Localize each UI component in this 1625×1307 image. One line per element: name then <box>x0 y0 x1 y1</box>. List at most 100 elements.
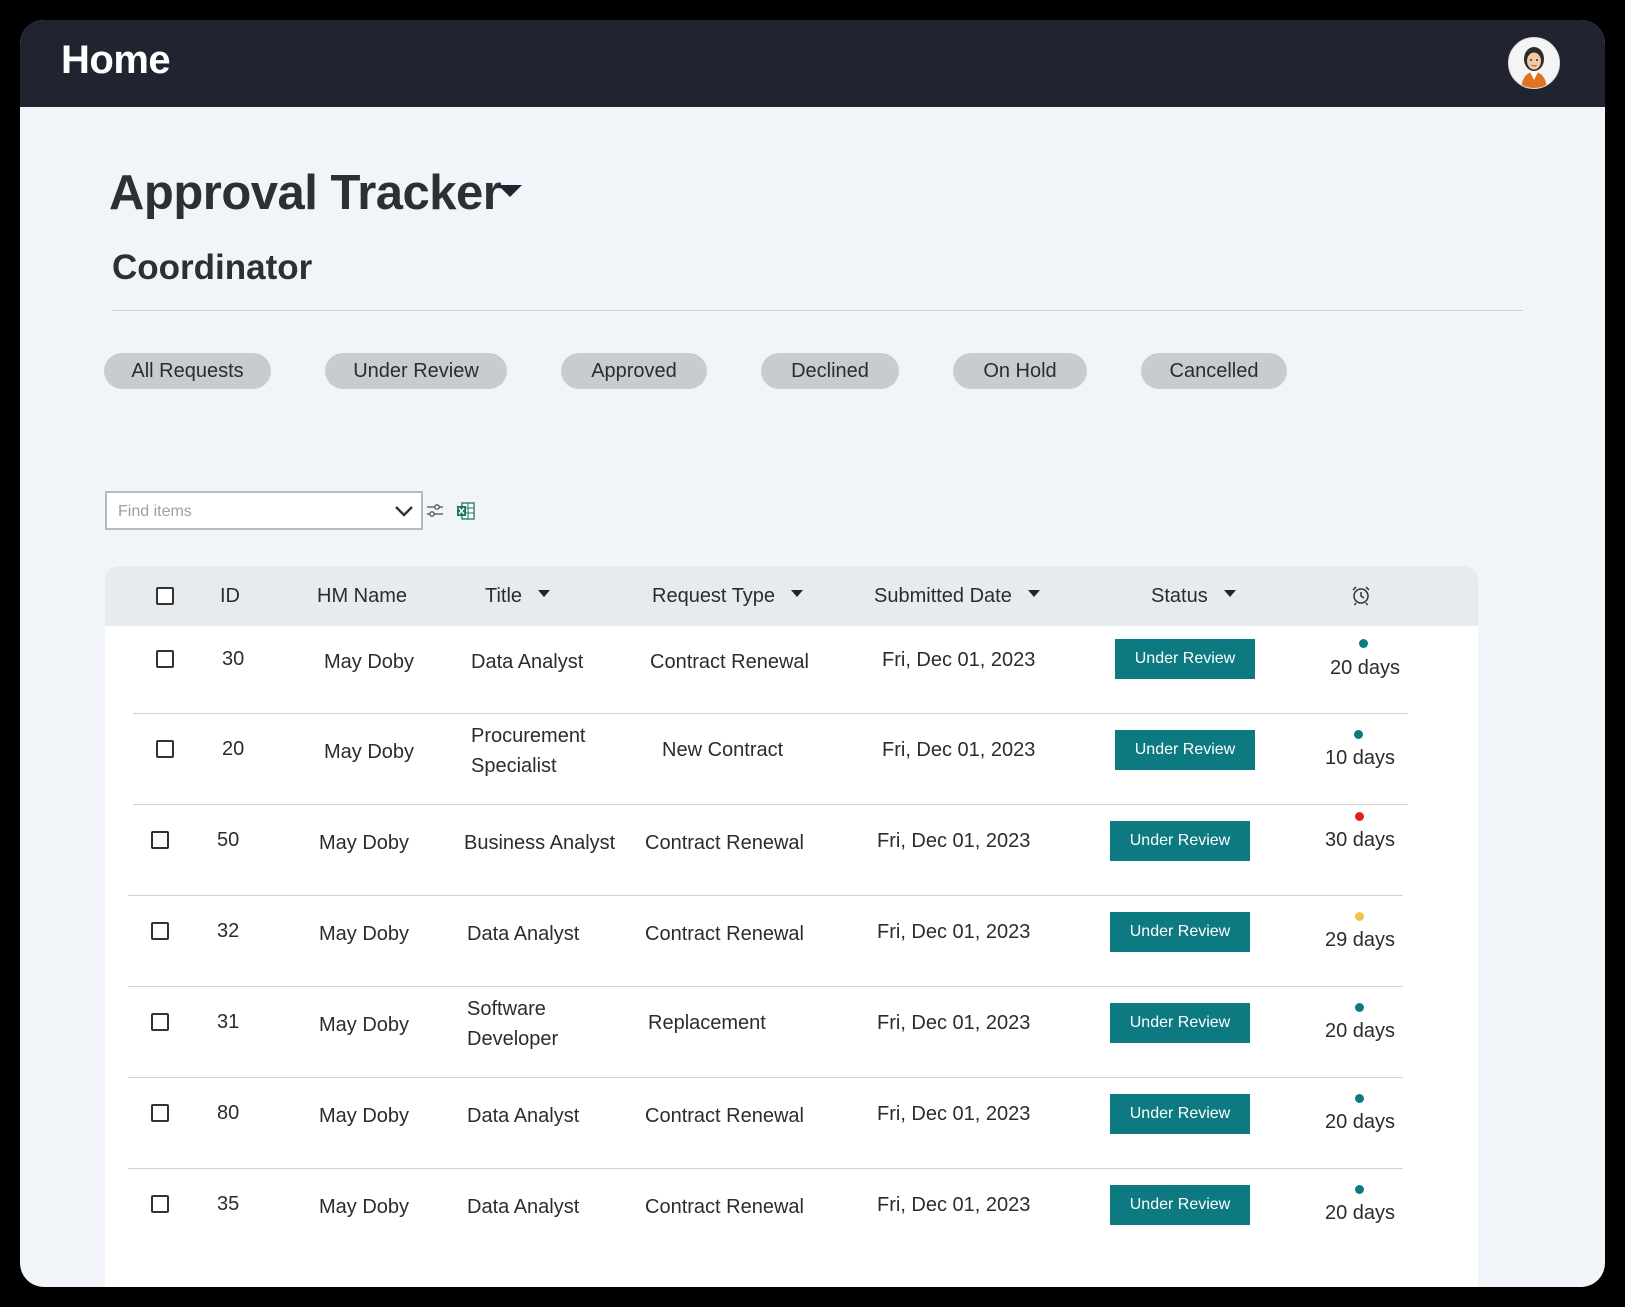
cell-title: Business Analyst <box>464 832 616 854</box>
cell-aging: 20 days <box>1325 1111 1396 1133</box>
cell-aging: 20 days <box>1325 1202 1396 1224</box>
filter-all-requests[interactable]: All Requests <box>104 353 271 389</box>
status-button[interactable]: Under Review <box>1110 912 1250 952</box>
cell-hm-name: May Doby <box>319 1196 410 1218</box>
row-checkbox[interactable] <box>151 1104 169 1122</box>
app-title: Home <box>61 38 171 82</box>
sort-caret-icon[interactable] <box>1223 590 1236 598</box>
cell-aging: 20 days <box>1325 1020 1396 1042</box>
cell-submitted-date: Fri, Dec 01, 2023 <box>877 830 1031 852</box>
cell-aging: 29 days <box>1325 929 1396 951</box>
cell-id: 31 <box>217 1011 240 1033</box>
column-header-title[interactable]: Title <box>485 566 551 626</box>
column-header-status-label: Status <box>1151 585 1208 607</box>
cell-submitted-date: Fri, Dec 01, 2023 <box>877 1194 1031 1216</box>
cell-aging: 30 days <box>1325 829 1396 851</box>
aging-indicator-dot <box>1359 639 1368 648</box>
cell-hm-name: May Doby <box>319 1014 410 1036</box>
column-header-status[interactable]: Status <box>1151 566 1236 626</box>
column-header-request-type[interactable]: Request Type <box>652 566 804 626</box>
filter-cancelled[interactable]: Cancelled <box>1141 353 1287 389</box>
sliders-icon[interactable] <box>425 501 445 521</box>
cell-title: Procurement Specialist <box>471 725 586 777</box>
cell-id: 20 <box>222 738 245 760</box>
cell-submitted-date: Fri, Dec 01, 2023 <box>882 649 1036 671</box>
cell-title: Data Analyst <box>467 1196 580 1218</box>
requests-table: ID HM Name Title Request Type Submitted … <box>105 566 1478 1287</box>
row-checkbox[interactable] <box>156 740 174 758</box>
sort-caret-icon[interactable] <box>1027 590 1040 598</box>
aging-indicator-dot <box>1354 730 1363 739</box>
page-title: Approval Tracker <box>109 166 502 220</box>
table-row: 30 May Doby Data Analyst Contract Renewa… <box>105 626 1478 720</box>
search-input[interactable] <box>107 493 390 530</box>
cell-id: 32 <box>217 920 240 942</box>
cell-request-type: Contract Renewal <box>645 1196 804 1218</box>
column-header-submitted-date[interactable]: Submitted Date <box>874 566 1040 626</box>
row-checkbox[interactable] <box>151 1195 169 1213</box>
status-button[interactable]: Under Review <box>1115 730 1255 770</box>
filter-on-hold[interactable]: On Hold <box>953 353 1087 389</box>
page-title-dropdown-icon[interactable] <box>498 185 522 197</box>
cell-title: Data Analyst <box>471 651 584 673</box>
cell-id: 50 <box>217 829 240 851</box>
table-row: 32 May Doby Data Analyst Contract Renewa… <box>105 896 1478 990</box>
status-button[interactable]: Under Review <box>1115 639 1255 679</box>
cell-title: Software Developer <box>467 998 559 1050</box>
search-combobox <box>105 491 423 530</box>
cell-hm-name: May Doby <box>319 832 410 854</box>
column-header-hm-name[interactable]: HM Name <box>317 566 407 626</box>
sort-caret-icon[interactable] <box>538 590 551 598</box>
column-header-id: ID <box>220 585 240 607</box>
cell-submitted-date: Fri, Dec 01, 2023 <box>877 1103 1031 1125</box>
cell-request-type: Replacement <box>648 1012 766 1034</box>
aging-indicator-dot <box>1355 1185 1364 1194</box>
column-header-request-type-label: Request Type <box>652 585 776 607</box>
cell-id: 80 <box>217 1102 240 1124</box>
status-button[interactable]: Under Review <box>1110 1003 1250 1043</box>
cell-aging: 10 days <box>1325 747 1396 769</box>
row-checkbox[interactable] <box>156 650 174 668</box>
divider <box>112 310 1523 311</box>
cell-id: 35 <box>217 1193 240 1215</box>
table-row: 80 May Doby Data Analyst Contract Renewa… <box>105 1078 1478 1172</box>
cell-request-type: New Contract <box>662 739 784 761</box>
cell-title: Data Analyst <box>467 1105 580 1127</box>
aging-indicator-dot <box>1355 912 1364 921</box>
select-all-checkbox[interactable] <box>156 587 174 605</box>
excel-icon[interactable] <box>456 501 476 521</box>
table-row: 20 May Doby Procurement Specialist New C… <box>105 714 1478 808</box>
aging-indicator-dot <box>1355 1003 1364 1012</box>
cell-submitted-date: Fri, Dec 01, 2023 <box>877 921 1031 943</box>
row-checkbox[interactable] <box>151 1013 169 1031</box>
cell-submitted-date: Fri, Dec 01, 2023 <box>877 1012 1031 1034</box>
cell-request-type: Contract Renewal <box>645 832 804 854</box>
row-checkbox[interactable] <box>151 922 169 940</box>
cell-request-type: Contract Renewal <box>645 1105 804 1127</box>
cell-hm-name: May Doby <box>324 741 415 763</box>
alarm-clock-icon <box>1352 586 1370 606</box>
cell-hm-name: May Doby <box>324 651 415 673</box>
column-header-title-label: Title <box>485 585 523 607</box>
top-bar: Home <box>20 20 1605 107</box>
filter-approved[interactable]: Approved <box>561 353 707 389</box>
column-header-submitted-date-label: Submitted Date <box>874 585 1012 607</box>
aging-indicator-dot <box>1355 1094 1364 1103</box>
status-button[interactable]: Under Review <box>1110 821 1250 861</box>
table-row: 35 May Doby Data Analyst Contract Renewa… <box>105 1169 1478 1263</box>
cell-id: 30 <box>222 648 245 670</box>
device-frame: Home Approval Tracker Coordinator All Re <box>0 0 1625 1307</box>
user-avatar-icon[interactable] <box>1508 37 1560 89</box>
sort-caret-icon[interactable] <box>791 590 804 598</box>
row-checkbox[interactable] <box>151 831 169 849</box>
filter-declined[interactable]: Declined <box>761 353 899 389</box>
app-screen: Home Approval Tracker Coordinator All Re <box>20 20 1605 1287</box>
cell-request-type: Contract Renewal <box>645 923 804 945</box>
filter-under-review[interactable]: Under Review <box>325 353 507 389</box>
status-button[interactable]: Under Review <box>1110 1094 1250 1134</box>
cell-title: Data Analyst <box>467 923 580 945</box>
aging-indicator-dot <box>1355 812 1364 821</box>
status-button[interactable]: Under Review <box>1110 1185 1250 1225</box>
chevron-down-icon[interactable] <box>393 500 415 522</box>
cell-aging: 20 days <box>1330 657 1401 679</box>
